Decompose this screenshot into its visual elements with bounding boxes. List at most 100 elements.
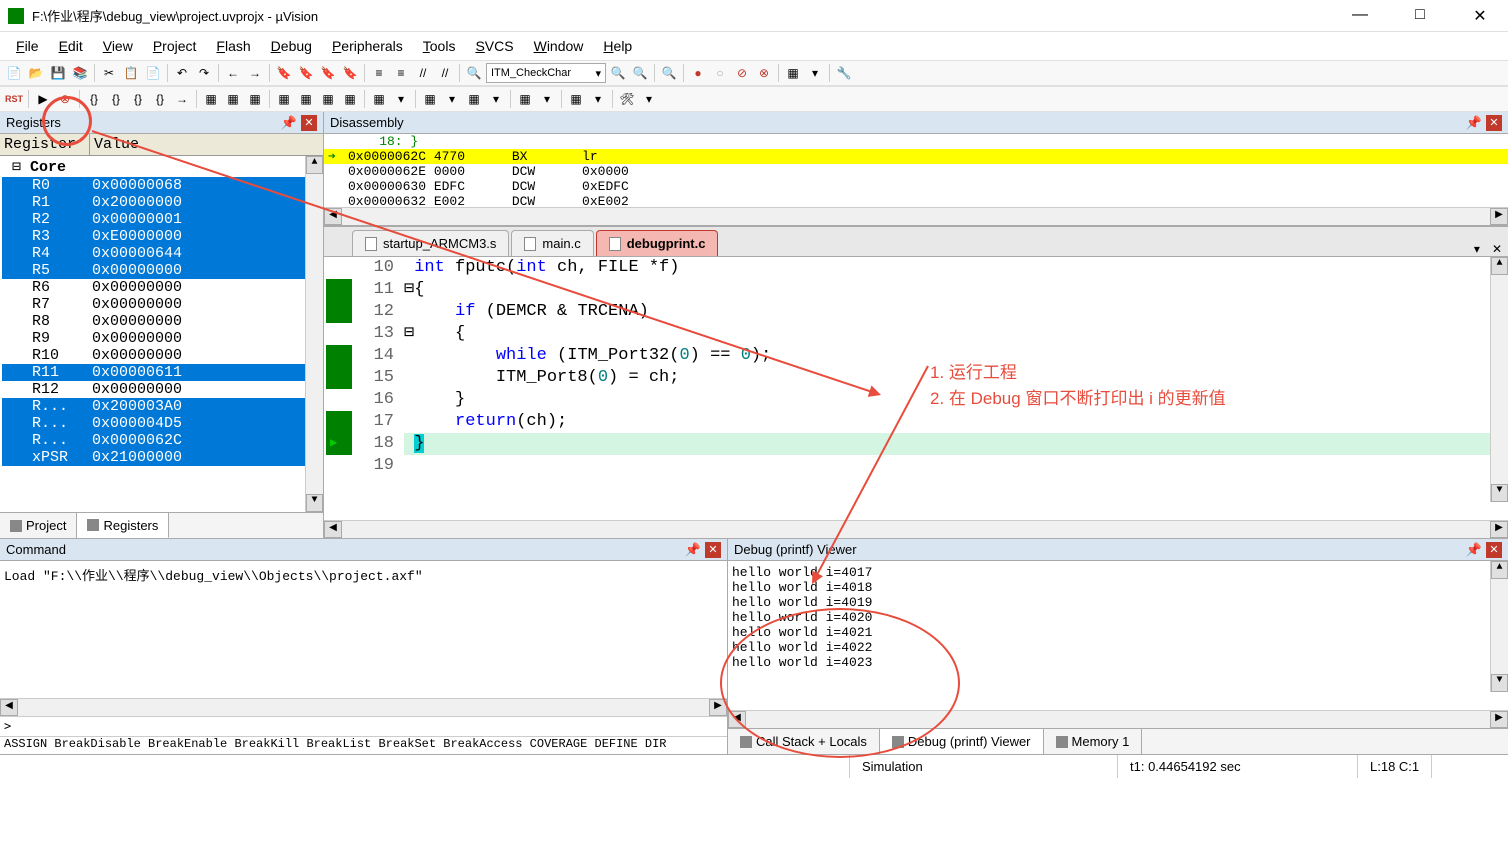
paste-icon[interactable]: 📄 (143, 63, 163, 83)
code-line[interactable]: } (404, 389, 1508, 411)
menu-edit[interactable]: Edit (51, 36, 91, 56)
scroll-down-icon[interactable]: ▼ (306, 494, 323, 512)
watch-icon[interactable]: ▦ (318, 89, 338, 109)
serial-dd-icon[interactable]: ▾ (391, 89, 411, 109)
run-icon[interactable]: ▶ (33, 89, 53, 109)
menu-window[interactable]: Window (526, 36, 592, 56)
scroll-right-icon[interactable]: ▶ (1490, 208, 1508, 225)
register-row[interactable]: R120x00000000 (2, 381, 323, 398)
register-row[interactable]: R80x00000000 (2, 313, 323, 330)
undo-icon[interactable]: ↶ (172, 63, 192, 83)
close-pane-icon[interactable]: ✕ (1486, 115, 1502, 131)
scroll-down-icon[interactable]: ▼ (1491, 484, 1508, 502)
breakpoint-disable-icon[interactable]: ○ (710, 63, 730, 83)
close-button[interactable]: ✕ (1460, 6, 1500, 26)
outdent-icon[interactable]: ≡ (391, 63, 411, 83)
reset-icon[interactable]: RST (4, 89, 24, 109)
pin-icon[interactable]: 📌 (281, 115, 297, 131)
find-next-icon[interactable]: 🔍 (608, 63, 628, 83)
window-icon[interactable]: ▦ (783, 63, 803, 83)
save-icon[interactable]: 💾 (48, 63, 68, 83)
pin-icon[interactable]: 📌 (685, 542, 701, 558)
tools-icon[interactable]: 🛠 (617, 89, 637, 109)
register-row[interactable]: R100x00000000 (2, 347, 323, 364)
serial-icon[interactable]: ▦ (369, 89, 389, 109)
menu-help[interactable]: Help (595, 36, 640, 56)
symbols-icon[interactable]: ▦ (245, 89, 265, 109)
menu-tools[interactable]: Tools (415, 36, 464, 56)
register-row[interactable]: R00x00000068 (2, 177, 323, 194)
scroll-up-icon[interactable]: ▲ (306, 156, 323, 174)
saveall-icon[interactable]: 📚 (70, 63, 90, 83)
bookmark-next-icon[interactable]: 🔖 (318, 63, 338, 83)
registers-scrollbar[interactable]: ▲ ▼ (305, 156, 323, 512)
scroll-left-icon[interactable]: ◀ (324, 521, 342, 538)
disasm-window-icon[interactable]: ▦ (223, 89, 243, 109)
editor-vscroll[interactable]: ▲ ▼ (1490, 257, 1508, 502)
menu-flash[interactable]: Flash (208, 36, 258, 56)
code-line[interactable]: ⊟ { (404, 323, 1508, 345)
bookmark-clear-icon[interactable]: 🔖 (340, 63, 360, 83)
scroll-right-icon[interactable]: ▶ (709, 699, 727, 716)
forward-icon[interactable]: → (245, 63, 265, 83)
bookmark-prev-icon[interactable]: 🔖 (296, 63, 316, 83)
menu-file[interactable]: File (8, 36, 47, 56)
pin-icon[interactable]: 📌 (1466, 542, 1482, 558)
register-row[interactable]: R...0x200003A0 (2, 398, 323, 415)
step-icon[interactable]: {} (84, 89, 104, 109)
system-icon[interactable]: ▦ (515, 89, 535, 109)
register-row[interactable]: R50x00000000 (2, 262, 323, 279)
menu-svcs[interactable]: SVCS (467, 36, 521, 56)
menu-project[interactable]: Project (145, 36, 205, 56)
scroll-up-icon[interactable]: ▲ (1491, 561, 1508, 579)
disasm-line[interactable]: 0x00000630 EDFC DCW 0xEDFC (324, 179, 1508, 194)
disasm-line[interactable]: 0x0000062E 0000 DCW 0x0000 (324, 164, 1508, 179)
command-output[interactable]: Load "F:\\作业\\程序\\debug_view\\Objects\\p… (0, 561, 727, 698)
copy-icon[interactable]: 📋 (121, 63, 141, 83)
debug-icon[interactable]: 🔍 (659, 63, 679, 83)
tools-dd-icon[interactable]: ▾ (639, 89, 659, 109)
trace-icon[interactable]: ▦ (464, 89, 484, 109)
memory-icon[interactable]: ▦ (340, 89, 360, 109)
register-row[interactable]: xPSR0x21000000 (2, 449, 323, 466)
scroll-right-icon[interactable]: ▶ (1490, 521, 1508, 538)
register-row[interactable]: R60x00000000 (2, 279, 323, 296)
run-to-line-icon[interactable]: → (172, 89, 192, 109)
disasm-hscroll[interactable]: ◀ ▶ (324, 207, 1508, 225)
menu-debug[interactable]: Debug (263, 36, 320, 56)
tab-callstack[interactable]: Call Stack + Locals (728, 729, 880, 754)
indent-icon[interactable]: ≡ (369, 63, 389, 83)
register-row[interactable]: R10x20000000 (2, 194, 323, 211)
registers-body[interactable]: ⊟ Core R00x00000068R10x20000000R20x00000… (0, 156, 323, 512)
tab-debug-viewer[interactable]: Debug (printf) Viewer (880, 729, 1044, 754)
close-pane-icon[interactable]: ✕ (1486, 542, 1502, 558)
toolbox-dd-icon[interactable]: ▾ (588, 89, 608, 109)
register-row[interactable]: R90x00000000 (2, 330, 323, 347)
comment-icon[interactable]: // (413, 63, 433, 83)
register-row[interactable]: R20x00000001 (2, 211, 323, 228)
pin-icon[interactable]: 📌 (1466, 115, 1482, 131)
find-icon[interactable]: 🔍 (464, 63, 484, 83)
command-hscroll[interactable]: ◀ ▶ (0, 698, 727, 716)
config-icon[interactable]: 🔧 (834, 63, 854, 83)
debug-hscroll[interactable]: ◀ ▶ (728, 710, 1508, 728)
editor-tab[interactable]: startup_ARMCM3.s (352, 230, 509, 256)
editor-tab[interactable]: debugprint.c (596, 230, 719, 256)
scroll-left-icon[interactable]: ◀ (728, 711, 746, 728)
menu-view[interactable]: View (95, 36, 141, 56)
tab-memory[interactable]: Memory 1 (1044, 729, 1143, 754)
code-line[interactable]: if (DEMCR & TRCENA) (404, 301, 1508, 323)
editor-hscroll[interactable]: ◀ ▶ (324, 520, 1508, 538)
callstack-icon[interactable]: ▦ (296, 89, 316, 109)
open-icon[interactable]: 📂 (26, 63, 46, 83)
back-icon[interactable]: ← (223, 63, 243, 83)
minimize-button[interactable]: — (1340, 6, 1380, 26)
code-line[interactable] (404, 455, 1508, 477)
analysis-dd-icon[interactable]: ▾ (442, 89, 462, 109)
register-row[interactable]: R70x00000000 (2, 296, 323, 313)
tree-root[interactable]: ⊟ Core (2, 156, 323, 177)
new-icon[interactable]: 📄 (4, 63, 24, 83)
cmd-window-icon[interactable]: ▦ (201, 89, 221, 109)
code-line[interactable]: return(ch); (404, 411, 1508, 433)
disasm-line[interactable]: 18: } (324, 134, 1508, 149)
